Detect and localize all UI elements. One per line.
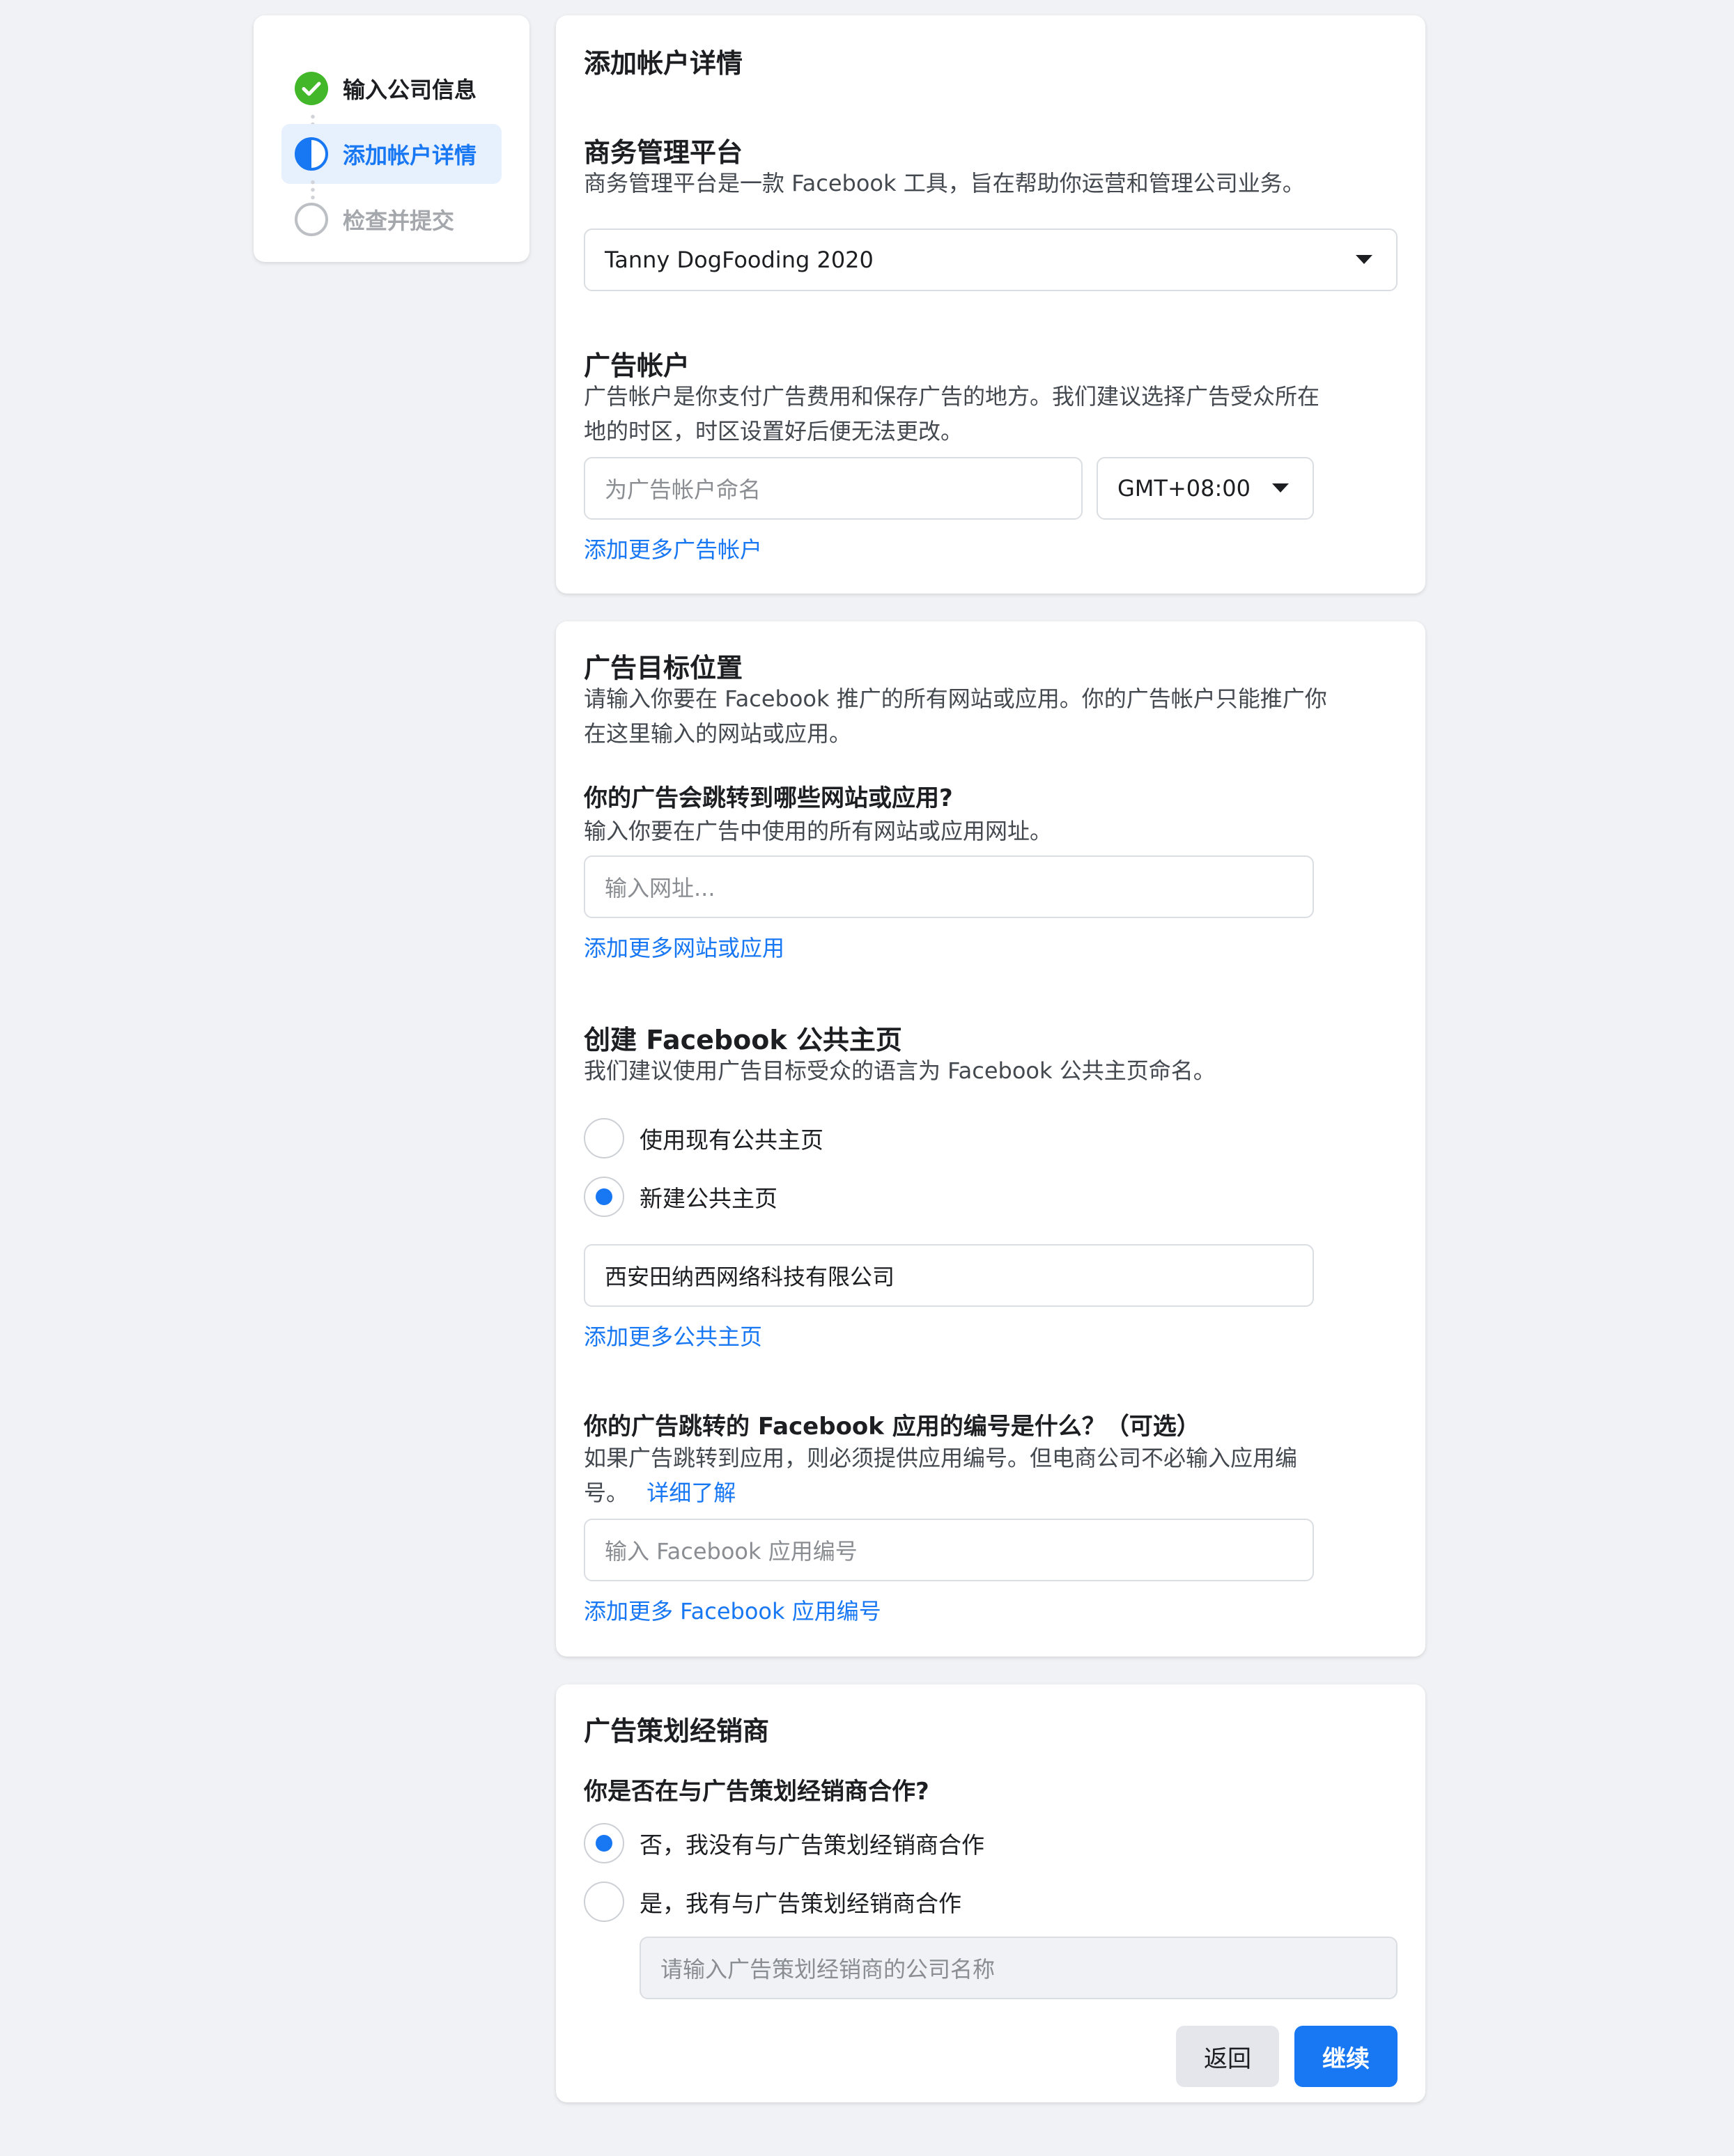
ad-destinations-description-line2: 在这里输入的网站或应用。 [584,716,851,751]
radio-button[interactable] [584,1177,624,1217]
app-id-placeholder: 输入 Facebook 应用编号 [605,1534,858,1566]
ad-account-description-line2: 地的时区，时区设置好后便无法更改。 [584,414,963,449]
ad-account-name-placeholder: 为广告帐户命名 [605,472,761,504]
business-manager-title: 商务管理平台 [584,131,743,169]
website-url-input[interactable]: 输入网址... [584,855,1314,918]
add-more-pages-link[interactable]: 添加更多公共主页 [584,1319,762,1351]
continue-button[interactable]: 继续 [1294,2026,1398,2087]
business-manager-description: 商务管理平台是一款 Facebook 工具，旨在帮助你运营和管理公司业务。 [584,166,1305,201]
ad-account-description-line1: 广告帐户是你支付广告费用和保存广告的地方。我们建议选择广告受众所在 [584,379,1319,414]
radio-no-agency[interactable]: 否，我没有与广告策划经销商合作 [584,1822,984,1864]
website-url-placeholder: 输入网址... [605,871,715,903]
create-page-title: 创建 Facebook 公共主页 [584,1018,902,1057]
agency-card: 广告策划经销商 你是否在与广告策划经销商合作? 否，我没有与广告策划经销商合作 … [556,1684,1425,2102]
ad-destinations-title: 广告目标位置 [584,646,743,685]
step-review-submit[interactable]: 检查并提交 [281,189,502,249]
caret-down-icon [1272,483,1289,493]
ad-destinations-description-line1: 请输入你要在 Facebook 推广的所有网站或应用。你的广告帐户只能推广你 [584,681,1327,716]
agency-name-input[interactable]: 请输入广告策划经销商的公司名称 [640,1937,1398,1999]
check-circle-icon [294,71,329,106]
step-label: 添加帐户详情 [343,138,477,170]
ad-account-name-input[interactable]: 为广告帐户命名 [584,457,1083,520]
step-label: 检查并提交 [343,203,454,235]
app-id-description-line1: 如果广告跳转到应用，则必须提供应用编号。但电商公司不必输入应用编 [584,1441,1297,1475]
caret-down-icon [1356,255,1372,264]
half-circle-icon [294,137,329,171]
radio-new-page[interactable]: 新建公共主页 [584,1176,777,1218]
page-name-input[interactable]: 西安田纳西网络科技有限公司 [584,1244,1314,1307]
add-more-app-ids-link[interactable]: 添加更多 Facebook 应用编号 [584,1594,881,1626]
app-id-description-line2: 号。 详细了解 [584,1475,736,1510]
add-more-ad-accounts-link[interactable]: 添加更多广告帐户 [584,532,762,564]
ad-destinations-card: 广告目标位置 请输入你要在 Facebook 推广的所有网站或应用。你的广告帐户… [556,621,1425,1657]
websites-title: 你的广告会跳转到哪些网站或应用? [584,779,953,813]
radio-label: 使用现有公共主页 [640,1122,823,1155]
business-manager-selected: Tanny DogFooding 2020 [605,247,874,273]
websites-description: 输入你要在广告中使用的所有网站或应用网址。 [584,814,1052,848]
radio-button[interactable] [584,1823,624,1863]
step-label: 输入公司信息 [343,72,477,104]
create-page-description: 我们建议使用广告目标受众的语言为 Facebook 公共主页命名。 [584,1053,1216,1088]
radio-button[interactable] [584,1118,624,1158]
app-id-input[interactable]: 输入 Facebook 应用编号 [584,1519,1314,1581]
account-details-card: 添加帐户详情 商务管理平台 商务管理平台是一款 Facebook 工具，旨在帮助… [556,15,1425,594]
progress-stepper: 输入公司信息 添加帐户详情 检查并提交 [254,15,529,262]
timezone-value: GMT+08:00 [1117,475,1251,502]
radio-label: 否，我没有与广告策划经销商合作 [640,1827,984,1860]
step-account-details[interactable]: 添加帐户详情 [281,124,502,184]
step-company-info[interactable]: 输入公司信息 [281,59,502,118]
radio-button[interactable] [584,1882,624,1922]
timezone-select[interactable]: GMT+08:00 [1097,457,1314,520]
ad-account-title: 广告帐户 [584,344,690,382]
radio-existing-page[interactable]: 使用现有公共主页 [584,1117,823,1159]
app-id-title: 你的广告跳转的 Facebook 应用的编号是什么？（可选） [584,1407,1200,1441]
agency-title: 广告策划经销商 [584,1709,769,1748]
app-id-description-text: 号。 [584,1480,628,1506]
radio-label: 新建公共主页 [640,1180,777,1213]
radio-yes-agency[interactable]: 是，我有与广告策划经销商合作 [584,1881,961,1923]
business-manager-select[interactable]: Tanny DogFooding 2020 [584,228,1398,291]
add-more-websites-link[interactable]: 添加更多网站或应用 [584,931,784,963]
radio-label: 是，我有与广告策划经销商合作 [640,1885,961,1918]
learn-more-link[interactable]: 详细了解 [647,1480,736,1506]
agency-name-placeholder: 请输入广告策划经销商的公司名称 [660,1952,995,1984]
empty-circle-icon [294,202,329,237]
back-button[interactable]: 返回 [1176,2026,1279,2087]
agency-question: 你是否在与广告策划经销商合作? [584,1772,929,1806]
card-title: 添加帐户详情 [584,42,743,80]
page: 输入公司信息 添加帐户详情 检查并提交 添加帐户详情 商务管理平台 商务管理平台… [0,0,1734,2156]
page-name-value: 西安田纳西网络科技有限公司 [605,1259,895,1292]
